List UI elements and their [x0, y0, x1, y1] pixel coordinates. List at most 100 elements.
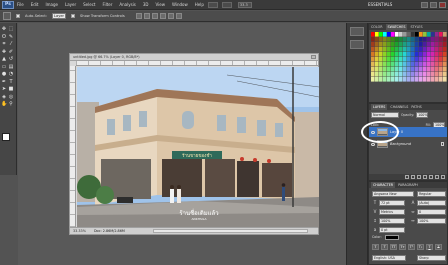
swatch-cell[interactable] [375, 62, 379, 67]
swatch-cell[interactable] [379, 77, 383, 82]
swatch-cell[interactable] [403, 77, 407, 82]
actions-panel-icon[interactable] [350, 40, 364, 49]
swatch-cell[interactable] [403, 52, 407, 57]
swatch-cell[interactable] [427, 62, 431, 67]
menu-window[interactable]: Window [172, 2, 188, 7]
swatch-cell[interactable] [419, 77, 423, 82]
swatch-cell[interactable] [415, 42, 419, 47]
swatch-cell[interactable] [415, 77, 419, 82]
swatch-cell[interactable] [407, 57, 411, 62]
swatch-cell[interactable] [411, 47, 415, 52]
swatch-cell[interactable] [419, 52, 423, 57]
swatch-cell[interactable] [395, 57, 399, 62]
swatch-cell[interactable] [439, 72, 443, 77]
swatch-cell[interactable] [375, 47, 379, 52]
tab-paths[interactable]: PATHS [411, 104, 421, 110]
swatch-cell[interactable] [395, 52, 399, 57]
swatch-cell[interactable] [419, 37, 423, 42]
eraser-tool-icon[interactable]: ▭ [1, 64, 7, 70]
swatch-cell[interactable] [411, 62, 415, 67]
swatch-cell[interactable] [439, 42, 443, 47]
swatch-cell[interactable] [383, 42, 387, 47]
swatch-cell[interactable] [383, 77, 387, 82]
swatch-cell[interactable] [391, 42, 395, 47]
superscript-button[interactable]: T¹ [408, 244, 415, 250]
swatch-cell[interactable] [443, 32, 447, 37]
swatch-cell[interactable] [419, 42, 423, 47]
small-caps-button[interactable]: Tт [399, 244, 406, 250]
swatch-cell[interactable] [407, 42, 411, 47]
swatch-cell[interactable] [371, 57, 375, 62]
swatch-cell[interactable] [439, 47, 443, 52]
swatch-cell[interactable] [415, 47, 419, 52]
swatch-cell[interactable] [427, 72, 431, 77]
3d-orbit-icon[interactable]: ◎ [8, 94, 14, 100]
swatch-cell[interactable] [391, 67, 395, 72]
swatch-cell[interactable] [383, 47, 387, 52]
tab-swatches[interactable]: SWATCHES [385, 24, 408, 30]
minimize-button[interactable] [421, 2, 428, 8]
swatch-cell[interactable] [395, 62, 399, 67]
swatch-cell[interactable] [423, 67, 427, 72]
swatch-cell[interactable] [423, 77, 427, 82]
swatch-cell[interactable] [419, 32, 423, 37]
swatch-cell[interactable] [435, 37, 439, 42]
swatch-cell[interactable] [407, 67, 411, 72]
align-center-icon[interactable] [167, 13, 174, 19]
workspace-switcher[interactable]: ESSENTIALS [368, 2, 392, 7]
swatch-cell[interactable] [423, 52, 427, 57]
marquee-tool-icon[interactable]: ⬚ [8, 26, 14, 32]
swatch-cell[interactable] [419, 47, 423, 52]
align-right-icon[interactable] [175, 13, 182, 19]
faux-italic-button[interactable]: T [381, 244, 388, 250]
swatch-cell[interactable] [371, 67, 375, 72]
swatch-cell[interactable] [379, 47, 383, 52]
pen-tool-icon[interactable]: ✒ [1, 79, 7, 85]
layer-style-icon[interactable] [411, 175, 415, 179]
swatch-cell[interactable] [443, 37, 447, 42]
tab-character[interactable]: CHARACTER [371, 182, 396, 188]
menu-select[interactable]: Select [83, 2, 95, 7]
leading-field[interactable]: (Auto) [417, 200, 446, 206]
swatch-cell[interactable] [403, 67, 407, 72]
swatch-cell[interactable] [387, 52, 391, 57]
swatch-cell[interactable] [403, 42, 407, 47]
strikethrough-button[interactable]: T [435, 244, 442, 250]
swatch-cell[interactable] [431, 47, 435, 52]
swatch-cell[interactable] [439, 67, 443, 72]
swatch-cell[interactable] [403, 57, 407, 62]
swatch-cell[interactable] [427, 77, 431, 82]
swatch-cell[interactable] [439, 62, 443, 67]
swatch-cell[interactable] [427, 67, 431, 72]
swatch-cell[interactable] [423, 57, 427, 62]
swatch-cell[interactable] [427, 37, 431, 42]
swatch-cell[interactable] [379, 72, 383, 77]
tab-paragraph[interactable]: PARAGRAPH [398, 182, 418, 188]
font-style-dropdown[interactable]: Regular [417, 191, 446, 197]
swatch-cell[interactable] [387, 57, 391, 62]
swatch-cell[interactable] [383, 32, 387, 37]
text-color-swatch[interactable] [385, 235, 399, 240]
swatch-cell[interactable] [399, 32, 403, 37]
swatch-cell[interactable] [371, 77, 375, 82]
vertical-ruler[interactable] [70, 66, 76, 227]
menu-file[interactable]: File [17, 2, 24, 7]
path-select-icon[interactable]: ➤ [1, 86, 7, 92]
swatch-cell[interactable] [387, 77, 391, 82]
auto-select-dropdown[interactable]: Layer [52, 13, 67, 19]
menu-view[interactable]: View [156, 2, 166, 7]
menu-3d[interactable]: 3D [143, 2, 149, 7]
tab-styles[interactable]: STYLES [410, 24, 422, 30]
swatch-cell[interactable] [407, 47, 411, 52]
swatch-cell[interactable] [391, 47, 395, 52]
swatch-cell[interactable] [443, 52, 447, 57]
underline-button[interactable]: T [426, 244, 433, 250]
swatch-cell[interactable] [399, 72, 403, 77]
faux-bold-button[interactable]: T [372, 244, 379, 250]
swatch-cell[interactable] [375, 72, 379, 77]
swatch-cell[interactable] [431, 42, 435, 47]
all-caps-button[interactable]: TT [390, 244, 397, 250]
swatch-cell[interactable] [407, 32, 411, 37]
document-tab[interactable]: untitled.jpg @ 66.7% (Layer 0, RGB/8*) [70, 54, 318, 61]
horizontal-ruler[interactable] [76, 61, 318, 66]
